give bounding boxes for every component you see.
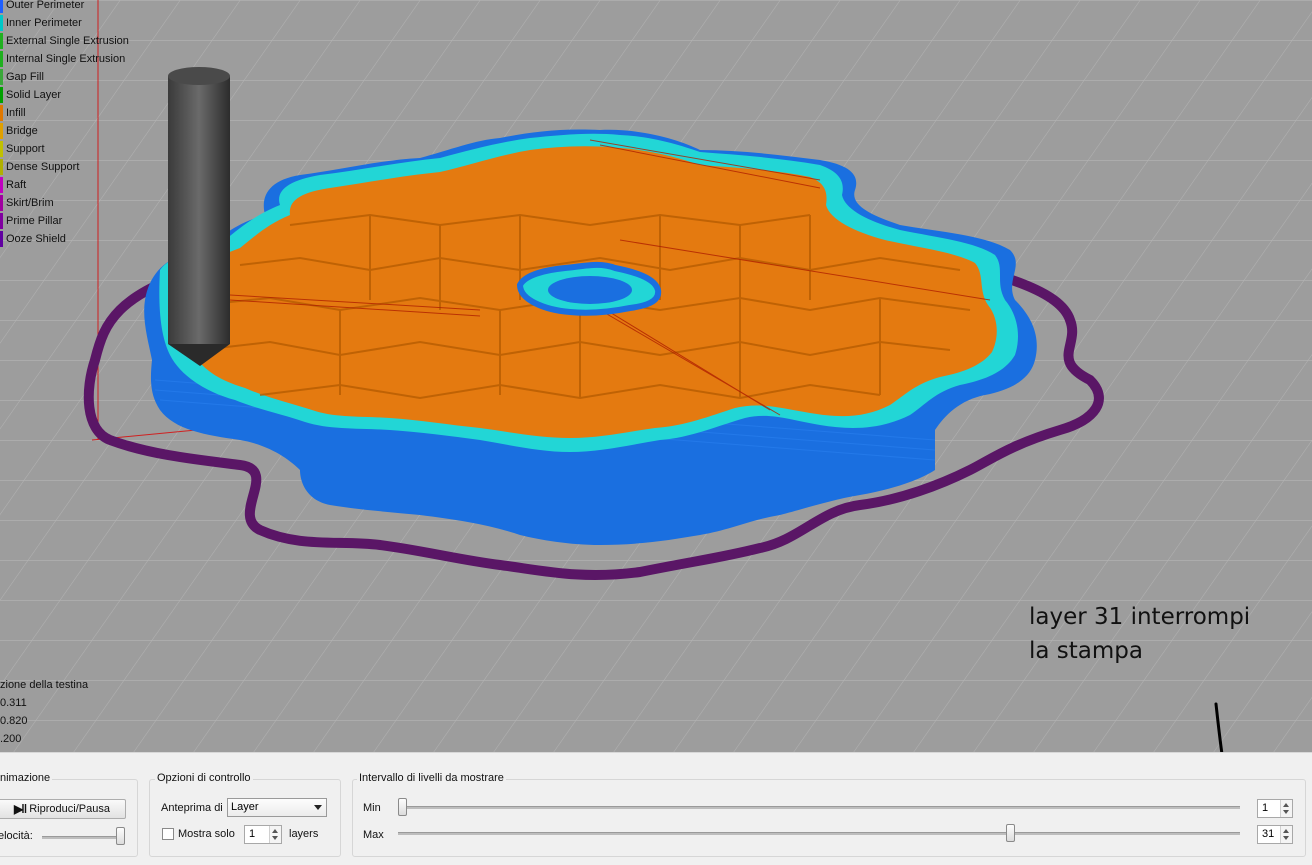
legend-item-internal-single-extrusion: Internal Single Extrusion [0,50,129,68]
readout-x: 0.311 [0,697,27,709]
play-pause-button[interactable]: ▶‖ Riproduci/Pausa [0,799,126,819]
control-options-group [149,779,341,857]
legend-item-skirt-brim: Skirt/Brim [0,194,129,212]
control-bar: nimazione ▶‖ Riproduci/Pausa elocità: Op… [0,752,1312,865]
legend-item-outer-perimeter: Outer Perimeter [0,0,129,14]
handwritten-annotation: layer 31 interrompi la stampa [1029,600,1250,668]
max-label: Max [363,829,384,841]
legend-item-support: Support [0,140,129,158]
chevron-down-icon [314,805,322,810]
layers-label: layers [289,828,319,840]
legend-item-dense-support: Dense Support [0,158,129,176]
max-layer-slider-track[interactable] [398,832,1240,835]
control-options-title: Opzioni di controllo [155,772,253,784]
legend: Outer Perimeter Inner Perimeter External… [0,0,129,248]
min-layer-slider-track[interactable] [398,806,1240,809]
legend-item-external-single-extrusion: External Single Extrusion [0,32,129,50]
nozzle-position-readout: zione della testina 0.311 0.820 .200 [0,676,88,748]
preview-of-label: Anteprima di [161,802,223,814]
legend-item-bridge: Bridge [0,122,129,140]
show-only-layers-spinbox[interactable]: 1 [244,825,282,844]
annotation-line-2: la stampa [1029,638,1143,664]
speed-label: elocità: [0,830,33,842]
legend-item-gap-fill: Gap Fill [0,68,129,86]
speed-slider-thumb[interactable] [116,827,125,845]
layer-range-title: Intervallo di livelli da mostrare [357,772,506,784]
arrow-down-icon [1214,702,1224,752]
animation-group-title: nimazione [0,772,53,784]
legend-item-solid-layer: Solid Layer [0,86,129,104]
layer-range-group [352,779,1306,857]
readout-z: .200 [0,733,22,745]
min-layer-slider-thumb[interactable] [398,798,407,816]
readout-y: 0.820 [0,715,28,727]
readout-title: zione della testina [0,679,89,691]
max-layer-slider-thumb[interactable] [1006,824,1015,842]
legend-item-inner-perimeter: Inner Perimeter [0,14,129,32]
min-label: Min [363,802,381,814]
legend-item-prime-pillar: Prime Pillar [0,212,129,230]
preview-mode-select[interactable]: Layer [227,798,327,817]
show-only-checkbox[interactable] [162,828,174,840]
center-hole-inner [548,276,632,304]
min-layer-spinbox[interactable]: 1 [1257,799,1293,818]
3d-viewport[interactable]: Outer Perimeter Inner Perimeter External… [0,0,1312,752]
nozzle-pillar [168,67,230,366]
max-layer-spinbox[interactable]: 31 [1257,825,1293,844]
annotation-line-1: layer 31 interrompi [1029,604,1251,630]
speed-slider-track[interactable] [42,836,124,839]
play-pause-icon: ▶‖ [14,802,27,816]
legend-item-infill: Infill [0,104,129,122]
legend-item-raft: Raft [0,176,129,194]
legend-item-ooze-shield: Ooze Shield [0,230,129,248]
show-only-label: Mostra solo [178,828,235,840]
